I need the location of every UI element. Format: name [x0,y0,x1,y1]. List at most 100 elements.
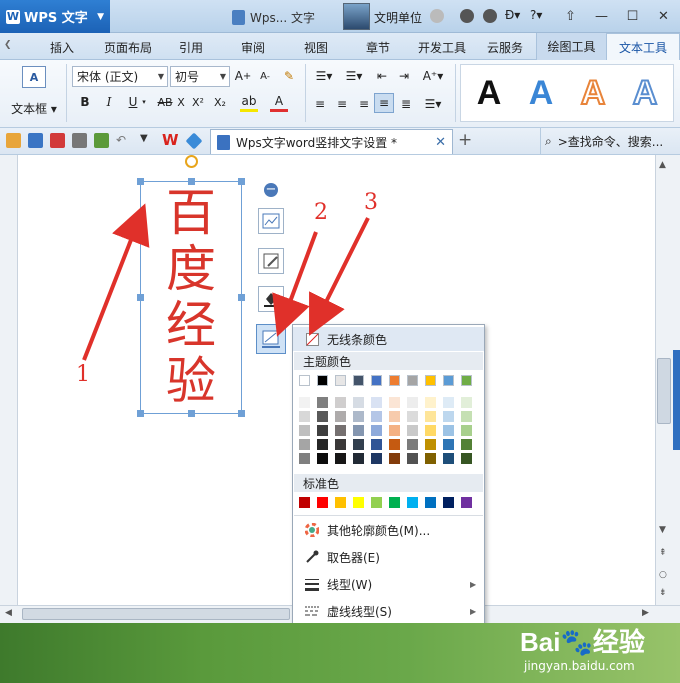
wps-app-button[interactable]: W WPS 文字 ▼ [0,0,110,33]
shrink-font-icon[interactable]: A- [256,66,274,86]
word-art-style-black[interactable]: A [465,69,513,117]
save-icon[interactable] [28,133,43,148]
clear-x-icon[interactable]: X [176,92,186,112]
text-effects-icon[interactable]: A⁺▾ [420,66,446,86]
color-swatch[interactable] [371,439,382,450]
color-swatch[interactable] [425,453,436,464]
textbox-button[interactable]: A 文本框 ▾ [8,64,60,122]
tab-page-layout[interactable]: 页面布局 [104,39,152,56]
decrease-indent-icon[interactable]: ⇤ [374,66,390,86]
upload-icon[interactable]: ⇧ [555,5,586,27]
color-swatch[interactable] [353,497,364,508]
user-name[interactable]: 文明单位 [374,9,422,26]
scroll-left-icon[interactable]: ◀ [5,608,12,618]
color-swatch[interactable] [317,497,328,508]
numbering-icon[interactable]: ☰▾ [342,66,366,86]
color-swatch[interactable] [317,397,328,408]
clear-format-icon[interactable]: ✎ [280,66,298,86]
color-swatch[interactable] [299,439,310,450]
color-swatch[interactable] [389,411,400,422]
color-swatch[interactable] [353,453,364,464]
avatar[interactable] [343,3,370,30]
help-icon[interactable]: ?▾ [530,8,542,22]
color-swatch[interactable] [335,425,346,436]
new-tab-icon[interactable]: + [458,130,472,150]
resize-handle[interactable] [137,294,144,301]
color-swatch[interactable] [317,439,328,450]
scroll-up-icon[interactable]: ▲ [659,160,666,170]
resize-handle[interactable] [238,178,245,185]
print-icon[interactable] [72,133,87,148]
align-justify-icon[interactable]: ≡ [374,93,394,113]
color-swatch[interactable] [407,453,418,464]
export-pdf-icon[interactable] [50,133,65,148]
color-swatch[interactable] [317,453,328,464]
undo-icon[interactable]: ↶ [116,133,126,147]
word-art-style-blue[interactable]: A [517,69,565,117]
tab-view[interactable]: 视图 [304,39,328,56]
more-outline-colors-item[interactable]: 其他轮廓颜色(M)... [293,518,484,542]
prev-page-icon[interactable]: ⇞ [659,548,667,558]
print-preview-icon[interactable] [94,133,109,148]
layout-options-button[interactable] [258,208,284,234]
member-icon[interactable] [430,9,444,23]
color-swatch[interactable] [407,375,418,386]
color-swatch[interactable] [299,497,310,508]
horizontal-scroll-thumb[interactable] [22,608,290,620]
resize-handle[interactable] [188,410,195,417]
color-swatch[interactable] [371,397,382,408]
color-swatch[interactable] [425,397,436,408]
line-type-item[interactable]: 线型(W) ▶ [293,572,484,596]
resize-handle[interactable] [238,294,245,301]
color-swatch[interactable] [461,453,472,464]
tab-drawing-tools[interactable]: 绘图工具 [536,33,606,60]
color-swatch[interactable] [335,411,346,422]
no-line-color-item[interactable]: 无线条颜色 [293,327,484,351]
file-tab[interactable]: Wps文字word竖排文字设置 * ✕ [210,129,453,154]
color-swatch[interactable] [461,375,472,386]
color-swatch[interactable] [461,397,472,408]
color-swatch[interactable] [425,411,436,422]
color-swatch[interactable] [299,375,310,386]
color-swatch[interactable] [299,453,310,464]
color-swatch[interactable] [443,411,454,422]
color-swatch[interactable] [461,425,472,436]
shape-style-button[interactable] [258,248,284,274]
color-swatch[interactable] [389,375,400,386]
customize-dropdown-icon[interactable]: ▼ [140,133,148,144]
bullets-icon[interactable]: ☰▾ [312,66,336,86]
resize-handle[interactable] [137,178,144,185]
maximize-icon[interactable]: ☐ [617,5,648,27]
color-swatch[interactable] [443,397,454,408]
color-swatch[interactable] [407,497,418,508]
color-swatch[interactable] [461,411,472,422]
document-title-tab[interactable]: Wps... 文字 [232,6,315,28]
collapse-icon[interactable]: − [264,183,278,197]
scroll-down-icon[interactable]: ▼ [659,525,666,535]
wps-w-icon[interactable]: W [162,131,179,149]
color-swatch[interactable] [335,497,346,508]
rotate-handle[interactable] [185,155,198,168]
resize-handle[interactable] [238,410,245,417]
dash-type-item[interactable]: 虚线线型(S) ▶ [293,599,484,623]
search-box[interactable]: ⌕ >查找命令、搜索... [540,128,680,154]
color-swatch[interactable] [389,453,400,464]
vertical-scroll-thumb[interactable] [657,358,671,424]
resize-handle[interactable] [137,410,144,417]
next-page-icon[interactable]: ⇟ [659,588,667,598]
color-swatch[interactable] [371,375,382,386]
color-swatch[interactable] [317,425,328,436]
font-color-icon[interactable]: A [270,92,288,112]
color-swatch[interactable] [389,497,400,508]
close-tab-icon[interactable]: ✕ [435,135,446,150]
color-swatch[interactable] [407,411,418,422]
color-swatch[interactable] [443,453,454,464]
color-swatch[interactable] [335,453,346,464]
line-spacing-icon[interactable]: ☰▾ [420,94,446,114]
skin-icon[interactable] [460,9,474,23]
color-swatch[interactable] [353,375,364,386]
color-swatch[interactable] [335,397,346,408]
scroll-left-icon[interactable]: ❮ [4,40,12,50]
grow-font-icon[interactable]: A + [234,66,252,86]
color-swatch[interactable] [371,411,382,422]
